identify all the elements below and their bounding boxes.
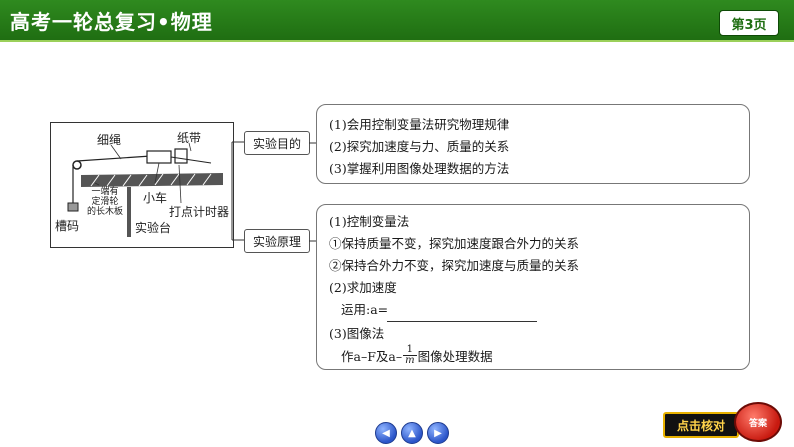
principle-graph-line: 作a–F及a– 1 m 图像处理数据 bbox=[341, 345, 493, 366]
answer-button[interactable]: 答案 bbox=[734, 402, 782, 442]
formula-blank bbox=[387, 321, 537, 322]
nav-controls: ◀ ▲ ▶ bbox=[375, 422, 449, 444]
up-icon[interactable]: ▲ bbox=[401, 422, 423, 444]
purpose-line-2: (2)探究加速度与力、质量的关系 bbox=[329, 139, 510, 154]
prev-icon[interactable]: ◀ bbox=[375, 422, 397, 444]
label-string: 细绳 bbox=[97, 133, 122, 147]
label-cart: 小车 bbox=[143, 191, 168, 205]
principle-line-1: (1)控制变量法 bbox=[329, 214, 410, 229]
principle-line-3: ②保持合外力不变，探究加速度与质量的关系 bbox=[329, 258, 580, 273]
principle-line-2: ①保持质量不变，探究加速度跟合外力的关系 bbox=[329, 236, 580, 251]
long-board bbox=[81, 173, 223, 187]
tag-purpose: 实验目的 bbox=[244, 131, 310, 155]
course-title: 高考一轮总复习•物理 bbox=[10, 10, 213, 34]
graph-suffix: 图像处理数据 bbox=[417, 349, 493, 364]
purpose-box: (1)会用控制变量法研究物理规律 (2)探究加速度与力、质量的关系 (3)掌握利… bbox=[316, 104, 750, 184]
graph-fraction-den: m bbox=[403, 355, 417, 366]
label-table: 实验台 bbox=[135, 221, 172, 235]
tag-principle: 实验原理 bbox=[244, 229, 310, 253]
header-bar: 高考一轮总复习•物理 第3页 bbox=[0, 0, 794, 42]
check-answer-button[interactable]: 点击核对 bbox=[663, 412, 739, 438]
page-number-badge: 第3页 bbox=[719, 10, 779, 36]
graph-fraction-num: 1 bbox=[406, 344, 413, 355]
graph-prefix: 作a–F及a– bbox=[341, 349, 403, 364]
cart-body bbox=[146, 150, 172, 164]
purpose-line-1: (1)会用控制变量法研究物理规律 bbox=[329, 117, 510, 132]
apparatus-figure: 细绳 纸带 一端有 定滑轮 的长木板 小车 打点计时器 槽码 实验台 bbox=[50, 122, 234, 248]
label-tape: 纸带 bbox=[177, 131, 202, 145]
next-icon[interactable]: ▶ bbox=[427, 422, 449, 444]
principle-line-4: (2)求加速度 bbox=[329, 280, 397, 295]
principle-line-6: (3)图像法 bbox=[329, 326, 385, 341]
table-leg bbox=[127, 187, 131, 237]
weight-block bbox=[67, 202, 79, 212]
purpose-line-3: (3)掌握利用图像处理数据的方法 bbox=[329, 161, 510, 176]
principle-box: (1)控制变量法 ①保持质量不变，探究加速度跟合外力的关系 ②保持合外力不变，探… bbox=[316, 204, 750, 370]
label-pulley-board: 一端有 定滑轮 的长木板 bbox=[87, 187, 124, 217]
principle-line-5: 运用:a= bbox=[341, 302, 389, 317]
label-weight: 槽码 bbox=[55, 219, 80, 233]
timer-body bbox=[174, 148, 188, 164]
graph-fraction: 1 m bbox=[403, 344, 417, 366]
pulley bbox=[72, 160, 82, 170]
label-timer: 打点计时器 bbox=[169, 205, 230, 219]
string-line bbox=[76, 155, 152, 162]
